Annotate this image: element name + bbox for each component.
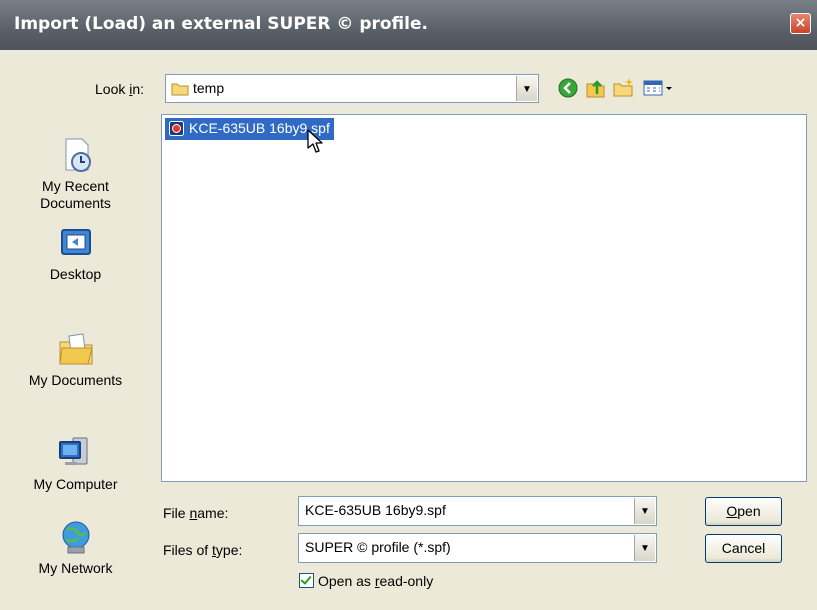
file-list[interactable]: KCE-635UB 16by9.spf <box>161 114 807 482</box>
new-folder-icon[interactable] <box>612 76 636 100</box>
recent-documents-icon <box>65 138 91 172</box>
read-only-checkbox[interactable]: Open as read-only <box>299 573 433 589</box>
place-label: My Network <box>38 560 113 576</box>
file-name-label: File name: <box>163 505 229 521</box>
place-label: My Recent <box>42 178 109 194</box>
file-type-value: SUPER © profile (*.spf) <box>305 539 451 555</box>
chevron-down-icon[interactable]: ▼ <box>516 76 537 101</box>
file-type-label: Files of type: <box>163 542 243 558</box>
place-my-network[interactable]: My Network <box>0 518 151 577</box>
place-label: My Documents <box>28 372 123 388</box>
title-bar: Import (Load) an external SUPER © profil… <box>0 0 817 50</box>
my-computer-icon <box>58 437 87 465</box>
place-label: Documents <box>40 195 111 211</box>
read-only-label: Open as read-only <box>318 573 434 589</box>
my-documents-icon <box>58 333 93 365</box>
places-bar: My Recent Documents Desktop My Documents… <box>0 116 151 610</box>
open-button[interactable]: Open <box>705 497 782 526</box>
look-in-dropdown[interactable]: temp ▼ <box>165 74 539 103</box>
place-label: Desktop <box>49 266 102 282</box>
checkbox-checked-icon[interactable] <box>299 573 314 588</box>
file-type-dropdown[interactable]: SUPER © profile (*.spf) ▼ <box>298 533 657 563</box>
my-network-icon <box>62 521 89 554</box>
folder-icon <box>171 83 189 96</box>
desktop-icon <box>60 229 91 255</box>
cancel-button[interactable]: Cancel <box>705 534 782 563</box>
view-menu-icon[interactable] <box>642 76 676 100</box>
mouse-cursor-icon <box>307 129 323 153</box>
look-in-label: Look in: <box>95 81 145 97</box>
chevron-down-icon[interactable]: ▼ <box>634 535 655 561</box>
place-my-computer[interactable]: My Computer <box>0 434 151 493</box>
window-title: Import (Load) an external SUPER © profil… <box>14 14 428 34</box>
place-my-documents[interactable]: My Documents <box>0 330 151 389</box>
spf-file-icon <box>169 121 184 136</box>
up-folder-icon[interactable] <box>584 76 608 100</box>
place-my-recent-documents[interactable]: My Recent Documents <box>0 136 151 212</box>
file-name-value: KCE-635UB 16by9.spf <box>305 502 446 518</box>
back-icon[interactable] <box>556 76 580 100</box>
chevron-down-icon[interactable]: ▼ <box>634 498 655 524</box>
place-desktop[interactable]: Desktop <box>0 224 151 283</box>
close-button[interactable]: × <box>790 13 811 34</box>
look-in-value: temp <box>193 80 225 96</box>
place-label: My Computer <box>33 476 118 492</box>
file-name-field[interactable]: KCE-635UB 16by9.spf ▼ <box>298 496 657 526</box>
